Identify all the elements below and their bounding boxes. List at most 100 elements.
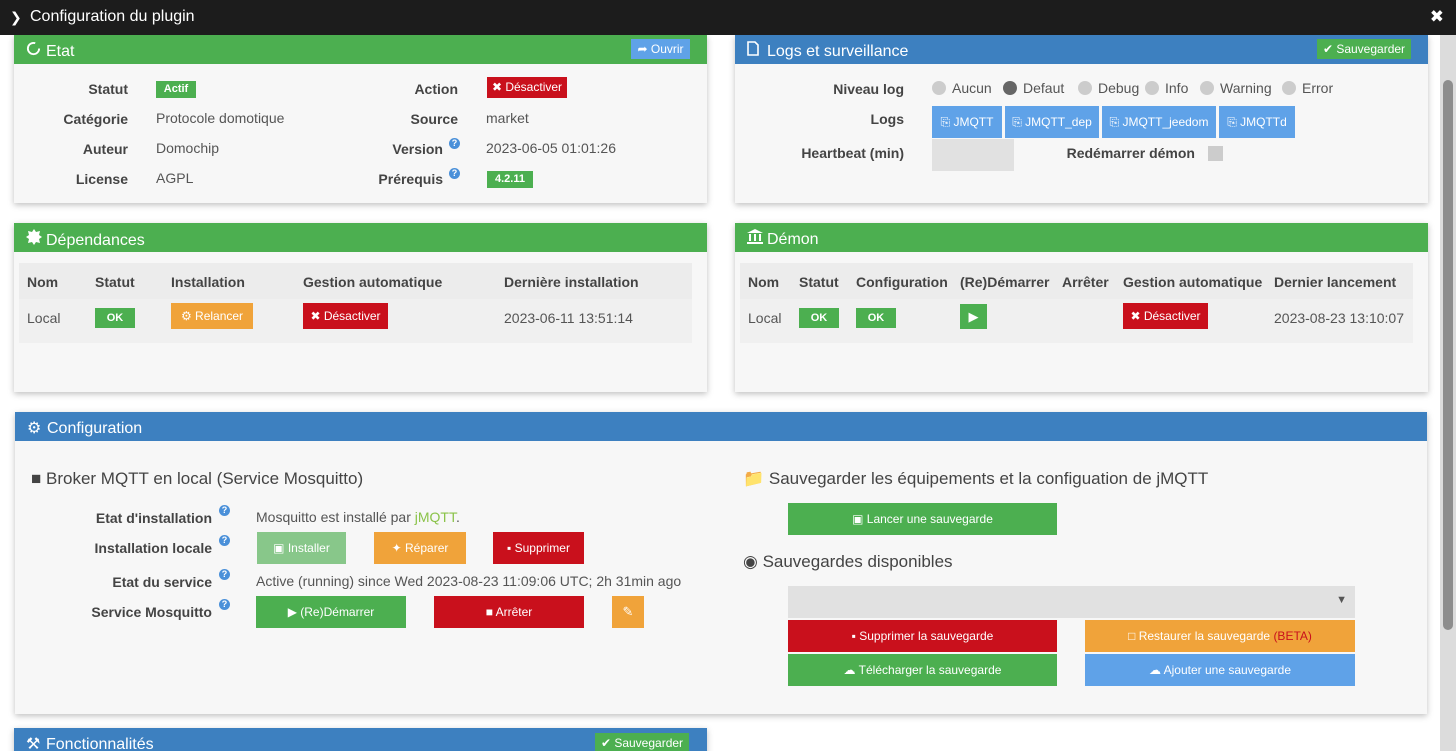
folder-open-icon: 📁 <box>743 469 769 488</box>
cogs-icon: ⚙ <box>27 420 42 437</box>
question-icon[interactable]: ? <box>449 138 460 149</box>
radio-dot-icon <box>1200 81 1214 95</box>
restaurer-sauvegarde-label: Restaurer la sauvegarde <box>1138 629 1274 643</box>
etat-install-label: Etat d'installation <box>15 510 212 526</box>
log-level-radio[interactable]: Defaut <box>1003 80 1064 96</box>
log-level-radio[interactable]: Aucun <box>932 80 992 96</box>
fonct-save-button[interactable]: ✔ Sauvegarder <box>595 733 689 751</box>
etat-install-text: Mosquitto est installé par <box>256 509 415 525</box>
heartbeat-label: Heartbeat (min) <box>801 145 904 161</box>
backup-section-title: 📁 Sauvegarder les équipements et la conf… <box>743 469 1208 489</box>
log-level-label: Info <box>1165 80 1189 96</box>
log-level-radio[interactable]: Error <box>1282 80 1333 96</box>
deps-title: Dépendances <box>46 232 145 249</box>
check-circle-icon: ✔ <box>600 736 615 750</box>
logs-save-label: Sauvegarder <box>1336 42 1406 56</box>
backup-select[interactable]: ▼ <box>788 586 1355 618</box>
config-header: ⚙ Configuration <box>15 412 1427 441</box>
etat-header: Etat <box>14 35 707 64</box>
relancer-label: Relancer <box>195 309 244 323</box>
magic-icon: ✦ <box>391 541 406 555</box>
deps-deactivate-button[interactable]: ✖ Désactiver <box>303 303 388 329</box>
certificate-icon <box>26 229 43 250</box>
ajouter-sauvegarde-label: Ajouter une sauvegarde <box>1163 663 1292 677</box>
cloud-download-icon: ☁ <box>843 663 859 677</box>
open-label: Ouvrir <box>650 42 684 56</box>
installer-button[interactable]: ▣ Installer <box>257 532 346 564</box>
play-icon: ▶ <box>287 605 301 619</box>
mosquitto-restart-button[interactable]: ▶ (Re)Démarrer <box>256 596 406 628</box>
available-title-text: Sauvegardes disponibles <box>762 552 953 571</box>
log-level-label: Aucun <box>952 80 992 96</box>
logs-save-button[interactable]: ✔ Sauvegarder <box>1317 39 1411 59</box>
etat-title: Etat <box>46 43 75 60</box>
paperclip-icon: ⎘ <box>1012 115 1026 129</box>
log-file-label: JMQTT_dep <box>1025 115 1092 129</box>
log-level-radio[interactable]: Info <box>1145 80 1188 96</box>
daemon-header: Démon <box>735 223 1428 252</box>
heartbeat-input[interactable] <box>932 139 1014 171</box>
restaurer-sauvegarde-button[interactable]: □ Restaurer la sauvegarde (BETA) <box>1085 620 1355 652</box>
deactivate-plugin-label: Désactiver <box>505 80 563 94</box>
log-level-radio[interactable]: Debug <box>1078 80 1139 96</box>
mosquitto-edit-button[interactable]: ✎ <box>612 596 644 628</box>
supprimer-sauvegarde-button[interactable]: ▪ Supprimer la sauvegarde <box>788 620 1057 652</box>
log-level-label: Warning <box>1220 80 1272 96</box>
etat-service-value: Active (running) since Wed 2023-08-23 11… <box>256 573 682 589</box>
log-file-button[interactable]: ⎘ JMQTT_dep <box>1005 106 1099 138</box>
install-locale-label: Installation locale <box>94 540 212 556</box>
scrollbar-thumb[interactable] <box>1443 80 1453 630</box>
source-label: Source <box>410 111 458 127</box>
restart-daemon-checkbox[interactable] <box>1208 146 1223 161</box>
supprimer-button[interactable]: ▪ Supprimer <box>493 532 584 564</box>
deps-panel: Dépendances Nom Statut Installation Gest… <box>14 223 707 392</box>
open-button[interactable]: ➦ Ouvrir <box>631 39 690 59</box>
restart-daemon-label: Redémarrer démon <box>1066 145 1195 161</box>
lancer-sauvegarde-button[interactable]: ▣ Lancer une sauvegarde <box>788 503 1057 535</box>
mosquitto-stop-button[interactable]: ■ Arrêter <box>434 596 584 628</box>
question-icon[interactable]: ? <box>219 535 230 546</box>
relancer-button[interactable]: ⚙ Relancer <box>171 303 253 329</box>
reparer-button[interactable]: ✦ Réparer <box>374 532 466 564</box>
log-file-button[interactable]: ⎘ JMQTT_jeedom <box>1102 106 1216 138</box>
daemon-table: Nom Statut Configuration (Re)Démarrer Ar… <box>740 263 1413 343</box>
scrollbar[interactable] <box>1440 35 1456 751</box>
mosquitto-restart-label: (Re)Démarrer <box>300 605 375 619</box>
etat-install-suffix: . <box>455 509 460 525</box>
save-icon: ▣ <box>273 541 288 555</box>
question-icon[interactable]: ? <box>219 505 230 516</box>
supprimer-label: Supprimer <box>514 541 570 555</box>
log-level-radio[interactable]: Warning <box>1200 80 1272 96</box>
telecharger-sauvegarde-button[interactable]: ☁ Télécharger la sauvegarde <box>788 654 1057 686</box>
deps-deactivate-label: Désactiver <box>323 309 381 323</box>
share-icon: ➦ <box>637 42 651 56</box>
auteur-label: Auteur <box>82 141 128 157</box>
logs-panel: Logs et surveillance ✔ Sauvegarder Nivea… <box>735 35 1428 203</box>
question-icon[interactable]: ? <box>449 168 460 179</box>
radio-dot-icon <box>932 81 946 95</box>
daemon-status-badge: OK <box>799 308 839 328</box>
categorie-label: Catégorie <box>63 111 128 127</box>
beta-label: (BETA) <box>1273 629 1312 643</box>
radio-dot-icon <box>1003 81 1017 95</box>
daemon-start-button[interactable]: ▶ <box>960 304 987 329</box>
telecharger-sauvegarde-label: Télécharger la sauvegarde <box>858 663 1002 677</box>
hdd-icon: ◉ <box>743 552 763 571</box>
circle-notch-icon <box>26 41 43 61</box>
question-icon[interactable]: ? <box>219 569 230 580</box>
ajouter-sauvegarde-button[interactable]: ☁ Ajouter une sauvegarde <box>1085 654 1355 686</box>
fonct-title: Fonctionnalités <box>46 736 154 751</box>
available-section-title: ◉ Sauvegardes disponibles <box>743 552 953 572</box>
radio-dot-icon <box>1078 81 1092 95</box>
logs-title: Logs et surveillance <box>767 43 909 60</box>
daemon-deactivate-button[interactable]: ✖ Désactiver <box>1123 303 1208 329</box>
log-file-button[interactable]: ⎘ JMQTT <box>932 106 1002 138</box>
deactivate-plugin-button[interactable]: ✖ Désactiver <box>487 77 567 98</box>
close-icon[interactable]: ✖ <box>1430 7 1444 27</box>
statut-badge: Actif <box>156 81 196 98</box>
deps-header-nom: Nom <box>27 274 59 290</box>
jmqtt-link[interactable]: jMQTT <box>415 509 456 525</box>
file-icon <box>747 41 764 61</box>
question-icon[interactable]: ? <box>219 599 230 610</box>
log-file-button[interactable]: ⎘ JMQTTd <box>1219 106 1295 138</box>
